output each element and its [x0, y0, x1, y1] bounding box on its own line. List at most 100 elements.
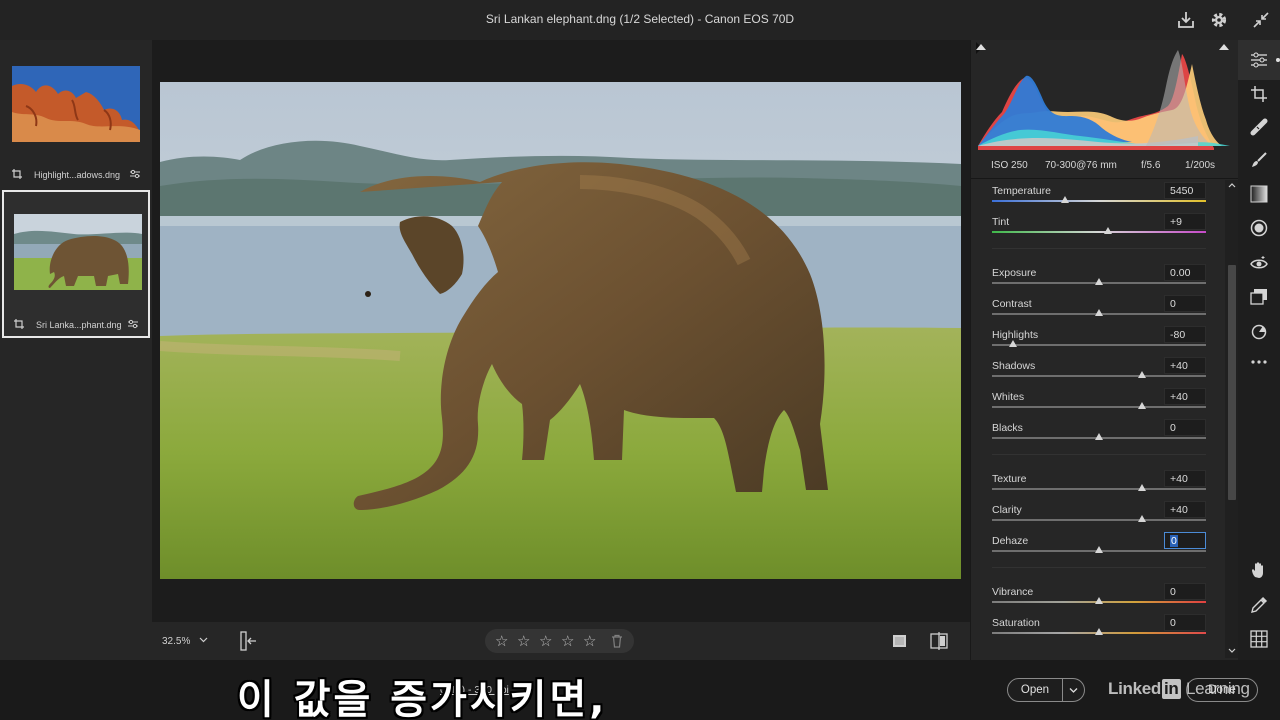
- exposure-value: 0.00: [1170, 267, 1191, 279]
- open-dropdown-button[interactable]: [1063, 678, 1085, 702]
- trash-icon[interactable]: [611, 634, 623, 648]
- temperature-handle[interactable]: [1060, 196, 1069, 203]
- panel-scrollbar[interactable]: [1225, 180, 1239, 658]
- exposure-label: Exposure: [992, 267, 1037, 279]
- collapse-icon[interactable]: [1250, 9, 1272, 31]
- thumbnail-rocks[interactable]: [12, 66, 140, 142]
- more-icon[interactable]: [1250, 353, 1268, 371]
- presets-icon[interactable]: [1250, 288, 1268, 306]
- whites-handle[interactable]: [1137, 402, 1146, 409]
- eyedropper-icon[interactable]: [1250, 596, 1268, 614]
- open-button[interactable]: Open: [1007, 678, 1063, 702]
- shadows-track[interactable]: [992, 375, 1206, 377]
- slider-dehaze[interactable]: Dehaze 0: [971, 532, 1225, 565]
- histogram: ISO 250 70-300@76 mm f/5.6 1/200s: [971, 40, 1239, 178]
- contrast-value: 0: [1170, 298, 1176, 310]
- saturation-handle[interactable]: [1095, 628, 1103, 635]
- slider-shadows[interactable]: Shadows +40: [971, 357, 1225, 390]
- star-5[interactable]: ☆: [583, 632, 596, 650]
- tint-track[interactable]: [992, 231, 1206, 233]
- temperature-value-field[interactable]: 5450: [1164, 182, 1206, 199]
- saturation-label: Saturation: [992, 617, 1040, 629]
- thumbnail-elephant[interactable]: [14, 214, 142, 290]
- tool-rail: [1238, 40, 1280, 660]
- vibrance-handle[interactable]: [1095, 597, 1103, 604]
- contrast-handle[interactable]: [1095, 309, 1103, 316]
- shadows-value: +40: [1170, 360, 1188, 372]
- contrast-label: Contrast: [992, 298, 1032, 310]
- highlights-track[interactable]: [992, 344, 1206, 346]
- healing-icon[interactable]: [1250, 118, 1268, 136]
- zoom-level[interactable]: 32.5%: [162, 635, 208, 647]
- vibrance-value-field[interactable]: 0: [1164, 583, 1206, 600]
- star-2[interactable]: ☆: [517, 632, 530, 650]
- image-canvas[interactable]: [152, 40, 970, 622]
- highlights-handle[interactable]: [1009, 340, 1018, 347]
- exposure-handle[interactable]: [1095, 278, 1103, 285]
- star-3[interactable]: ☆: [539, 632, 552, 650]
- before-after-icon[interactable]: [930, 632, 948, 650]
- texture-track[interactable]: [992, 488, 1206, 490]
- slider-tint[interactable]: Tint +9: [971, 213, 1225, 246]
- slider-clarity[interactable]: Clarity +40: [971, 501, 1225, 534]
- single-view-icon[interactable]: [892, 633, 908, 649]
- shadows-value-field[interactable]: +40: [1164, 357, 1206, 374]
- edit-tool[interactable]: [1238, 40, 1280, 80]
- clarity-track[interactable]: [992, 519, 1206, 521]
- star-1[interactable]: ☆: [495, 632, 508, 650]
- slider-vibrance[interactable]: Vibrance 0: [971, 583, 1225, 616]
- save-icon[interactable]: [1175, 9, 1197, 31]
- clarity-handle[interactable]: [1137, 515, 1146, 522]
- filmstrip-item-highlights[interactable]: Highlight...adows.dng: [2, 52, 150, 200]
- lens-value: 70-300@76 mm: [1045, 160, 1117, 171]
- filmstrip-item-name: Highlight...adows.dng: [34, 170, 121, 180]
- blacks-handle[interactable]: [1095, 433, 1103, 440]
- saturation-value-field[interactable]: 0: [1164, 614, 1206, 631]
- whites-value-field[interactable]: +40: [1164, 388, 1206, 405]
- dehaze-value-field[interactable]: 0: [1164, 532, 1206, 549]
- tint-value-field[interactable]: +9: [1164, 213, 1206, 230]
- exposure-value-field[interactable]: 0.00: [1164, 264, 1206, 281]
- snapshots-icon[interactable]: [1250, 322, 1268, 340]
- shadows-handle[interactable]: [1137, 371, 1146, 378]
- filmstrip-toggle-icon[interactable]: [240, 631, 258, 651]
- crop-icon[interactable]: [1250, 85, 1268, 103]
- texture-value: +40: [1170, 473, 1188, 485]
- grid-icon[interactable]: [1250, 630, 1268, 648]
- slider-temperature[interactable]: Temperature 5450: [971, 182, 1225, 215]
- filmstrip-item-name: Sri Lanka...phant.dng: [36, 320, 122, 330]
- slider-exposure[interactable]: Exposure 0.00: [971, 264, 1225, 297]
- filmstrip-item-elephant[interactable]: Sri Lanka...phant.dng: [2, 190, 150, 338]
- redeye-icon[interactable]: [1250, 255, 1268, 273]
- temperature-track[interactable]: [992, 200, 1206, 202]
- footer-bar: 0MP) - 300 ppi Open Done Linked in Learni…: [0, 660, 1280, 720]
- scrollbar-thumb[interactable]: [1228, 265, 1236, 500]
- slider-whites[interactable]: Whites +40: [971, 388, 1225, 421]
- gradient-icon[interactable]: [1250, 185, 1268, 203]
- temperature-value: 5450: [1170, 185, 1194, 197]
- slider-contrast[interactable]: Contrast 0: [971, 295, 1225, 328]
- hand-icon[interactable]: [1250, 561, 1268, 579]
- slider-texture[interactable]: Texture +40: [971, 470, 1225, 503]
- star-4[interactable]: ☆: [561, 632, 574, 650]
- dehaze-handle[interactable]: [1095, 546, 1103, 553]
- brush-icon[interactable]: [1250, 151, 1268, 169]
- tint-handle[interactable]: [1103, 227, 1112, 234]
- star-rating[interactable]: ☆ ☆ ☆ ☆ ☆: [485, 629, 634, 653]
- highlights-value-field[interactable]: -80: [1164, 326, 1206, 343]
- highlights-value: -80: [1170, 329, 1186, 341]
- radial-icon[interactable]: [1250, 219, 1268, 237]
- slider-saturation[interactable]: Saturation 0: [971, 614, 1225, 647]
- clarity-value-field[interactable]: +40: [1164, 501, 1206, 518]
- chevron-down-icon[interactable]: [199, 635, 208, 644]
- vibrance-value: 0: [1170, 586, 1176, 598]
- whites-track[interactable]: [992, 406, 1206, 408]
- slider-highlights[interactable]: Highlights -80: [971, 326, 1225, 359]
- texture-handle[interactable]: [1137, 484, 1146, 491]
- slider-blacks[interactable]: Blacks 0: [971, 419, 1225, 452]
- gear-icon[interactable]: [1208, 9, 1230, 31]
- contrast-value-field[interactable]: 0: [1164, 295, 1206, 312]
- main-photo[interactable]: [160, 82, 961, 579]
- texture-value-field[interactable]: +40: [1164, 470, 1206, 487]
- blacks-value-field[interactable]: 0: [1164, 419, 1206, 436]
